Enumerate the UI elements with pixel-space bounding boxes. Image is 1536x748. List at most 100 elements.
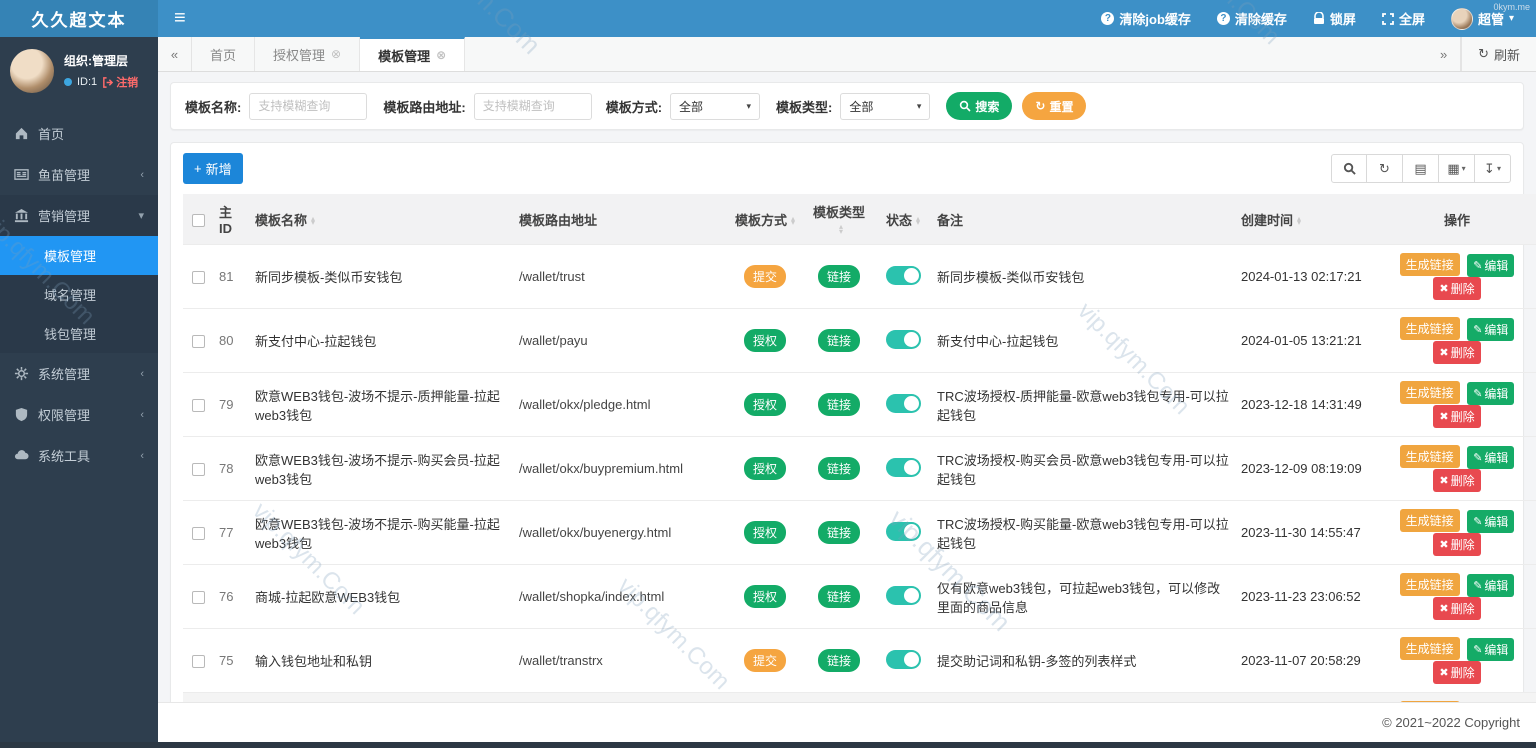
edit-button[interactable]: ✎ 编辑	[1467, 574, 1515, 597]
header-method[interactable]: 模板方式	[735, 213, 787, 228]
cell-id: 75	[219, 653, 234, 668]
sidebar-item-system-management[interactable]: 系统管理 ‹	[0, 353, 158, 394]
refresh-page-button[interactable]: ↻ 刷新	[1461, 37, 1536, 71]
sidebar-toggle-icon[interactable]: ≡	[158, 7, 202, 30]
template-name-input[interactable]	[249, 92, 368, 120]
table-header-row: 主ID 模板名称 ▴ ▾ 模板路由地址 模板方式 ▴ ▾ 模板类型 ▴ ▾ 状态 ▴ ▾ 备注 …	[183, 194, 1536, 245]
toggle-view-button[interactable]: ▤	[1403, 154, 1439, 183]
lock-screen-button[interactable]: 锁屏	[1313, 9, 1356, 28]
sidebar-item-fry-management[interactable]: 鱼苗管理 ‹	[0, 154, 158, 195]
clear-job-cache-button[interactable]: ? 清除job缓存	[1101, 9, 1191, 28]
delete-button[interactable]: ✖ 删除	[1433, 597, 1481, 620]
tab-home[interactable]: 首页	[192, 37, 256, 71]
type-badge: 链接	[817, 457, 860, 480]
status-toggle[interactable]	[885, 649, 921, 669]
reset-button[interactable]: ↻ 重置	[1022, 92, 1087, 120]
close-icon[interactable]: ⊗	[436, 48, 446, 62]
sidebar-item-domain-management[interactable]: 域名管理	[0, 275, 158, 314]
edit-icon: ✎	[1473, 324, 1483, 336]
sidebar: 组织:管理层 ID:1 注销 首页 鱼苗管理 ‹ 营销管理 ▾ 模板管理 域名管…	[0, 37, 158, 742]
method-badge: 授权	[743, 521, 786, 544]
status-toggle[interactable]	[885, 265, 921, 285]
generate-link-button[interactable]: 生成链接	[1399, 253, 1460, 276]
close-icon[interactable]: ⊗	[331, 47, 341, 61]
row-checkbox[interactable]	[191, 335, 205, 349]
header-route[interactable]: 模板路由地址	[519, 213, 597, 228]
header-remark[interactable]: 备注	[937, 213, 963, 228]
sort-icon[interactable]: ▴ ▾	[1297, 214, 1301, 226]
edit-button[interactable]: ✎ 编辑	[1467, 382, 1515, 405]
tabs-scroll-left-button[interactable]: «	[158, 37, 192, 71]
export-button[interactable]: ↧ ▾	[1475, 154, 1511, 183]
generate-link-button[interactable]: 生成链接	[1399, 573, 1460, 596]
cell-id: 81	[219, 269, 234, 284]
template-type-select[interactable]: 全部 ▾	[840, 92, 931, 120]
cell-template-name: 欧意WEB3钱包-波场不提示-购买会员-拉起web3钱包	[255, 452, 500, 487]
edit-button[interactable]: ✎ 编辑	[1467, 318, 1515, 341]
template-method-select[interactable]: 全部 ▾	[670, 92, 761, 120]
sort-icon[interactable]: ▴ ▾	[916, 214, 920, 226]
edit-button[interactable]: ✎ 编辑	[1467, 446, 1515, 469]
topbar: ≡ ? 清除job缓存 ? 清除缓存 锁屏 全屏 超管 ▾	[158, 0, 1536, 37]
sidebar-item-permission-management[interactable]: 权限管理 ‹	[0, 394, 158, 435]
sidebar-item-marketing[interactable]: 营销管理 ▾	[0, 195, 158, 236]
delete-button[interactable]: ✖ 删除	[1433, 277, 1481, 300]
user-menu[interactable]: 超管 ▾	[1450, 7, 1514, 30]
sidebar-item-wallet-management[interactable]: 钱包管理	[0, 314, 158, 353]
status-toggle[interactable]	[885, 521, 921, 541]
footer: © 2021~2022 Copyright	[158, 702, 1536, 742]
fullscreen-button[interactable]: 全屏	[1382, 9, 1425, 28]
columns-button[interactable]: ▦ ▾	[1439, 154, 1475, 183]
sort-icon[interactable]: ▴ ▾	[839, 223, 843, 235]
generate-link-button[interactable]: 生成链接	[1399, 445, 1460, 468]
sidebar-item-system-tools[interactable]: 系统工具 ‹	[0, 435, 158, 476]
status-toggle[interactable]	[885, 585, 921, 605]
sidebar-item-home[interactable]: 首页	[0, 113, 158, 154]
header-type[interactable]: 模板类型	[813, 205, 865, 220]
cell-id: 74	[213, 693, 249, 703]
sort-icon[interactable]: ▴ ▾	[791, 214, 795, 226]
search-button[interactable]: 搜索	[946, 92, 1013, 120]
table-refresh-button[interactable]: ↻	[1367, 154, 1403, 183]
logout-link[interactable]: 注销	[102, 74, 138, 90]
delete-button[interactable]: ✖ 删除	[1433, 661, 1481, 684]
generate-link-button[interactable]: 生成链接	[1399, 637, 1460, 660]
tabs-scroll-right-button[interactable]: »	[1427, 37, 1462, 71]
generate-link-button[interactable]: 生成链接	[1399, 381, 1460, 404]
header-id[interactable]: 主ID	[219, 205, 232, 236]
chevron-left-icon: ‹	[140, 408, 144, 421]
delete-button[interactable]: ✖ 删除	[1433, 469, 1481, 492]
add-button[interactable]: + 新增	[183, 153, 243, 184]
delete-button[interactable]: ✖ 删除	[1433, 341, 1481, 364]
header-created[interactable]: 创建时间	[1241, 213, 1293, 228]
row-checkbox[interactable]	[191, 655, 205, 669]
generate-link-button[interactable]: 生成链接	[1399, 509, 1460, 532]
table-search-button[interactable]	[1331, 154, 1367, 183]
cell-route: /wallet/payu	[519, 333, 588, 348]
template-table: 主ID 模板名称 ▴ ▾ 模板路由地址 模板方式 ▴ ▾ 模板类型 ▴ ▾ 状态 ▴ ▾ 备注 …	[183, 194, 1536, 702]
row-checkbox[interactable]	[191, 271, 205, 285]
sort-icon[interactable]: ▴ ▾	[311, 214, 315, 226]
status-toggle[interactable]	[885, 393, 921, 413]
row-checkbox[interactable]	[191, 463, 205, 477]
status-toggle[interactable]	[885, 329, 921, 349]
edit-button[interactable]: ✎ 编辑	[1467, 254, 1515, 277]
tab-authorization-management[interactable]: 授权管理 ⊗	[255, 37, 361, 71]
header-status[interactable]: 状态	[886, 213, 912, 228]
clear-cache-button[interactable]: ? 清除缓存	[1216, 9, 1287, 28]
tab-template-management[interactable]: 模板管理 ⊗	[360, 37, 466, 71]
row-checkbox[interactable]	[191, 399, 205, 413]
generate-link-button[interactable]: 生成链接	[1399, 317, 1460, 340]
status-toggle[interactable]	[885, 457, 921, 477]
row-checkbox[interactable]	[191, 591, 205, 605]
edit-button[interactable]: ✎ 编辑	[1467, 510, 1515, 533]
row-checkbox[interactable]	[191, 527, 205, 541]
delete-button[interactable]: ✖ 删除	[1433, 405, 1481, 428]
sidebar-item-template-management[interactable]: 模板管理	[0, 236, 158, 275]
edit-button[interactable]: ✎ 编辑	[1467, 638, 1515, 661]
header-template-name[interactable]: 模板名称	[255, 213, 307, 228]
tab-bar: « 首页 授权管理 ⊗ 模板管理 ⊗ » ↻ 刷新	[158, 37, 1536, 72]
template-route-input[interactable]	[473, 92, 592, 120]
delete-button[interactable]: ✖ 删除	[1433, 533, 1481, 556]
select-all-checkbox[interactable]	[191, 213, 205, 227]
